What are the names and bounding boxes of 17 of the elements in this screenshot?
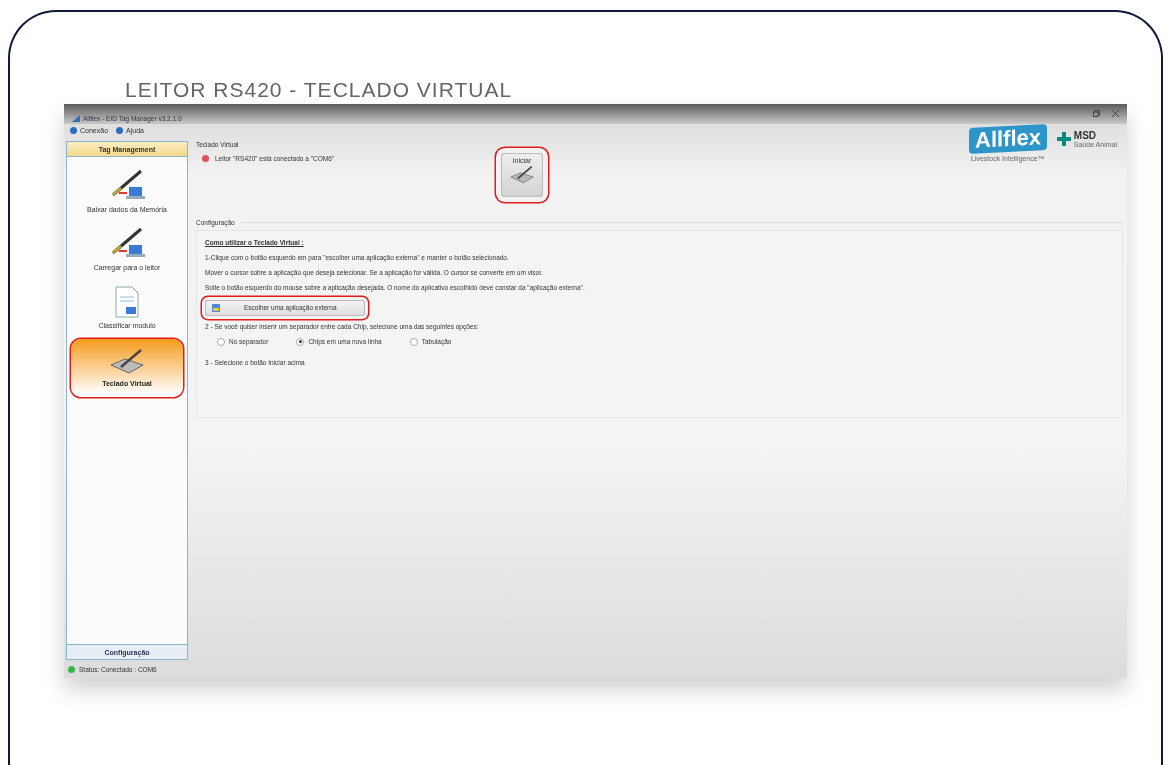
keyboard-pen-icon (508, 164, 536, 186)
document-icon (112, 285, 142, 319)
circle-icon (116, 127, 124, 134)
close-icon[interactable] (1112, 109, 1119, 117)
circle-icon (70, 127, 77, 134)
application-icon (212, 303, 220, 312)
restore-icon[interactable] (1093, 109, 1100, 117)
cross-logo-icon (1056, 132, 1071, 146)
status-dot (68, 665, 75, 673)
partner-logo: MSD (1073, 130, 1098, 141)
status-dot (202, 155, 209, 162)
radio-button[interactable] (217, 337, 225, 346)
app-icon (72, 115, 80, 122)
radio-button[interactable] (296, 337, 305, 346)
brand-logo: Allflex (968, 123, 1047, 155)
radio-button[interactable] (409, 337, 418, 346)
video-title: LEITOR RS420 - TECLADO VIRTUAL (125, 78, 513, 102)
